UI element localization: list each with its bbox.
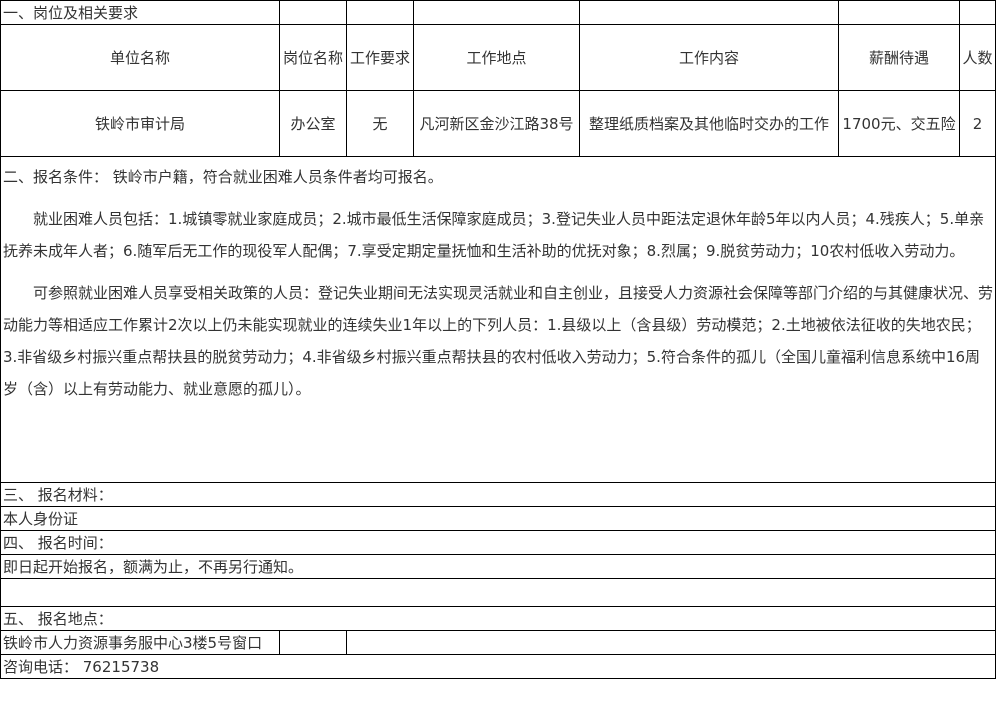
header-count: 人数 xyxy=(959,24,996,91)
header-requirement: 工作要求 xyxy=(346,24,414,91)
recruitment-table: 一、岗位及相关要求 单位名称 岗位名称 工作要求 工作地点 工作内容 薪酬待遇 … xyxy=(0,0,996,679)
header-salary: 薪酬待遇 xyxy=(838,24,960,91)
job-position: 办公室 xyxy=(279,90,347,157)
job-salary: 1700元、交五险 xyxy=(838,90,960,157)
section5-value: 铁岭市人力资源事务服中心3楼5号窗口 xyxy=(0,630,280,655)
job-requirement: 无 xyxy=(346,90,414,157)
job-unit: 铁岭市审计局 xyxy=(0,90,280,157)
conditions-title: 二、报名条件： 铁岭市户籍，符合就业困难人员条件者均可报名。 xyxy=(3,168,443,186)
conditions-para2: 可参照就业困难人员享受相关政策的人员：登记失业期间无法实现灵活就业和自主创业，且… xyxy=(3,284,994,398)
section3-title: 三、 报名材料： xyxy=(0,482,996,507)
job-content: 整理纸质档案及其他临时交办的工作 xyxy=(579,90,839,157)
conditions-para1: 就业困难人员包括：1.城镇零就业家庭成员；2.城市最低生活保障家庭成员；3.登记… xyxy=(3,210,985,260)
conditions-section: 二、报名条件： 铁岭市户籍，符合就业困难人员条件者均可报名。 就业困难人员包括：… xyxy=(0,156,996,483)
header-unit: 单位名称 xyxy=(0,24,280,91)
header-location: 工作地点 xyxy=(413,24,580,91)
header-position: 岗位名称 xyxy=(279,24,347,91)
table-row: 铁岭市审计局 办公室 无 凡河新区金沙江路38号 整理纸质档案及其他临时交办的工… xyxy=(0,90,996,157)
header-content: 工作内容 xyxy=(579,24,839,91)
contact-phone: 咨询电话： 76215738 xyxy=(0,654,996,679)
job-location: 凡河新区金沙江路38号 xyxy=(413,90,580,157)
job-count: 2 xyxy=(959,90,996,157)
section5-title: 五、 报名地点： xyxy=(0,606,996,631)
blank-row xyxy=(0,578,996,607)
section1-title: 一、岗位及相关要求 xyxy=(0,0,280,25)
section3-value: 本人身份证 xyxy=(0,506,996,531)
section4-title: 四、 报名时间： xyxy=(0,530,996,555)
section4-value: 即日起开始报名，额满为止，不再另行通知。 xyxy=(0,554,996,579)
